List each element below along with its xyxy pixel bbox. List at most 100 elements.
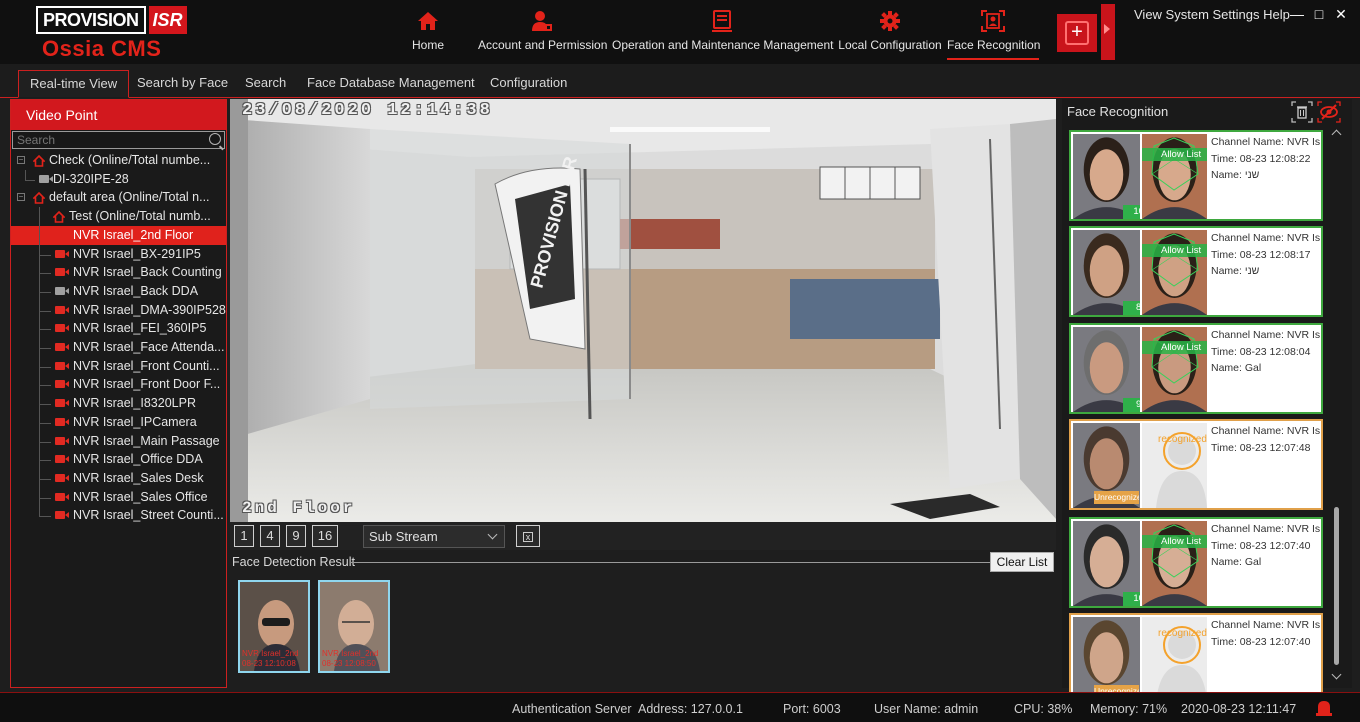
- tree-connector: [39, 348, 51, 349]
- close-button[interactable]: ✕: [1330, 6, 1352, 23]
- tree-area-item[interactable]: Test (Online/Total numb...: [11, 207, 226, 226]
- tree-connector: [39, 460, 51, 462]
- tree-connector: [39, 497, 51, 499]
- collapse-icon[interactable]: −: [17, 156, 25, 164]
- tree-camera-item[interactable]: NVR Israel_Sales Desk: [11, 469, 226, 488]
- brand-logo: PROVISION ISR: [36, 6, 187, 34]
- tree-connector: [39, 478, 51, 480]
- clear-list-button[interactable]: Clear List: [990, 552, 1054, 572]
- tree-area-item[interactable]: − default area (Online/Total n...: [11, 188, 226, 207]
- tree-camera-item[interactable]: NVR Israel_Front Door F...: [11, 375, 226, 394]
- eye-off-icon[interactable]: [1316, 100, 1342, 124]
- recognition-info: Channel Name: NVR Is Time: 08-23 12:08:22…: [1211, 134, 1321, 184]
- brand-isr: ISR: [148, 6, 187, 34]
- recognition-scrollbar[interactable]: [1330, 123, 1344, 685]
- similarity-badge: 100%: [1123, 592, 1140, 606]
- system-menu[interactable]: View System Settings Help: [1134, 7, 1290, 22]
- tree-connector: [39, 516, 51, 518]
- close-all-views-button[interactable]: x: [516, 525, 540, 547]
- tree-camera-item[interactable]: NVR Israel_Front Counti...: [11, 357, 226, 376]
- face-recognition-panel: Face Recognition 100% Allow List Channel N…: [1062, 99, 1352, 704]
- tree-area-item[interactable]: − Check (Online/Total numbe...: [11, 151, 226, 170]
- recognized-tag: recognized: [1158, 628, 1207, 639]
- tree-connector: [39, 329, 51, 331]
- allow-list-tag: Allow List: [1142, 244, 1207, 257]
- allow-list-card[interactable]: 100% Allow List Channel Name: NVR Is Time: …: [1069, 130, 1323, 221]
- layout-4-button[interactable]: 4: [260, 525, 280, 547]
- expand-menu-button[interactable]: [1101, 4, 1115, 60]
- tab-search[interactable]: Search: [234, 70, 297, 98]
- maximize-button[interactable]: □: [1308, 6, 1330, 22]
- allow-list-card[interactable]: 100% Allow List Channel Name: NVR Is Time: …: [1069, 517, 1323, 608]
- face-detection-thumb[interactable]: NVR Israel_2nd 08-23 12:08:50: [318, 580, 390, 673]
- tree-item-label: NVR Israel_Sales Desk: [73, 470, 204, 485]
- nav-operation-maintenance[interactable]: Operation and Maintenance Management: [612, 10, 833, 60]
- layout-16-button[interactable]: 16: [312, 525, 338, 547]
- trash-icon[interactable]: [1290, 100, 1314, 124]
- tab-real-time-view[interactable]: Real-time View: [18, 70, 130, 98]
- unrecognized-tag: Unrecognized: [1094, 491, 1139, 504]
- camera-icon: [55, 511, 69, 520]
- minimize-button[interactable]: —: [1286, 6, 1308, 22]
- layout-9-button[interactable]: 9: [286, 525, 306, 547]
- scrollbar-thumb[interactable]: [1334, 507, 1339, 665]
- detection-channel-caption: NVR Israel_2nd: [242, 649, 299, 658]
- sub-tabs: Real-time View Search by Face Search Fac…: [0, 64, 1360, 98]
- database-face-image: Allow List: [1142, 134, 1207, 219]
- face-detection-thumb[interactable]: NVR Israel_2nd 08-23 12:10:08: [238, 580, 310, 673]
- tree-guide-line: [25, 169, 26, 180]
- tree-camera-item[interactable]: NVR Israel_Sales Office: [11, 488, 226, 507]
- recognition-channel: Channel Name: NVR Is: [1211, 329, 1321, 341]
- tree-camera-item[interactable]: NVR Israel_Back Counting: [11, 263, 226, 282]
- camera-icon: [55, 249, 69, 258]
- search-icon[interactable]: [209, 133, 221, 145]
- plus-icon: +: [1065, 21, 1089, 45]
- tree-camera-item[interactable]: NVR Israel_Office DDA: [11, 450, 226, 469]
- tree-connector: [39, 291, 51, 293]
- top-bar: PROVISION ISR Ossia CMS Home Account and…: [0, 0, 1360, 64]
- tree-item-label: Check (Online/Total numbe...: [49, 153, 211, 167]
- brand-name: PROVISION: [36, 6, 146, 34]
- recognition-name: Name: Gal: [1211, 556, 1262, 568]
- face-scan-icon: [981, 10, 1005, 32]
- live-video-view[interactable]: PROVISION ISR 23/08/2020 12:14:38 2nd Fl…: [230, 99, 1056, 522]
- area-icon: [32, 154, 46, 167]
- stranger-card[interactable]: Unrecognized recognized Channel Name: NVR …: [1069, 419, 1323, 510]
- collapse-icon[interactable]: −: [17, 193, 25, 202]
- add-module-button[interactable]: +: [1057, 14, 1097, 52]
- tree-camera-item[interactable]: NVR Israel_Main Passage: [11, 432, 226, 451]
- status-datetime: 2020-08-23 12:11:47: [1181, 702, 1297, 716]
- tab-configuration[interactable]: Configuration: [479, 70, 578, 98]
- tree-camera-item[interactable]: NVR Israel_DMA-390IP528: [11, 301, 226, 320]
- allow-list-card[interactable]: 95% Allow List Channel Name: NVR Is Time: 0…: [1069, 323, 1323, 414]
- stranger-card[interactable]: Unrecognized recognized Channel Name: NVR …: [1069, 613, 1323, 704]
- tree-camera-item[interactable]: NVR Israel_I8320LPR: [11, 394, 226, 413]
- captured-face-image: 95%: [1073, 327, 1140, 412]
- camera-icon: [55, 324, 69, 333]
- tab-search-by-face[interactable]: Search by Face: [126, 70, 239, 98]
- nav-account-permission[interactable]: Account and Permission: [478, 10, 607, 60]
- tree-camera-item[interactable]: NVR Israel_Face Attenda...: [11, 338, 226, 357]
- allow-list-card[interactable]: 85% Allow List Channel Name: NVR Is Time: 0…: [1069, 226, 1323, 317]
- user-icon: [532, 11, 552, 31]
- alarm-icon[interactable]: [1315, 699, 1333, 717]
- tree-camera-item[interactable]: NVR Israel_Street Counti...: [11, 506, 226, 525]
- tree-camera-item[interactable]: DI-320IPE-28: [11, 170, 226, 189]
- tree-camera-item[interactable]: NVR Israel_IPCamera: [11, 413, 226, 432]
- tree-camera-item[interactable]: NVR Israel_2nd Floor: [11, 225, 226, 245]
- search-input[interactable]: [13, 132, 224, 148]
- stream-select[interactable]: Sub Stream: [363, 525, 505, 548]
- nav-home[interactable]: Home: [406, 10, 450, 60]
- layout-1-button[interactable]: 1: [234, 525, 254, 547]
- tree-camera-item[interactable]: NVR Israel_BX-291IP5: [11, 245, 226, 264]
- nav-face-recognition[interactable]: Face Recognition: [947, 10, 1040, 60]
- tree-item-label: DI-320IPE-28: [53, 171, 129, 186]
- tree-camera-item[interactable]: NVR Israel_Back DDA: [11, 282, 226, 301]
- scroll-up-icon[interactable]: [1331, 129, 1342, 140]
- app-logo: PROVISION ISR Ossia CMS: [36, 6, 187, 62]
- nav-local-configuration[interactable]: Local Configuration: [838, 10, 942, 60]
- scroll-down-icon[interactable]: [1331, 669, 1342, 680]
- tree-camera-item[interactable]: NVR Israel_FEI_360IP5: [11, 319, 226, 338]
- tab-face-database-management[interactable]: Face Database Management: [296, 70, 486, 98]
- auth-server-label: Authentication Server: [512, 702, 632, 716]
